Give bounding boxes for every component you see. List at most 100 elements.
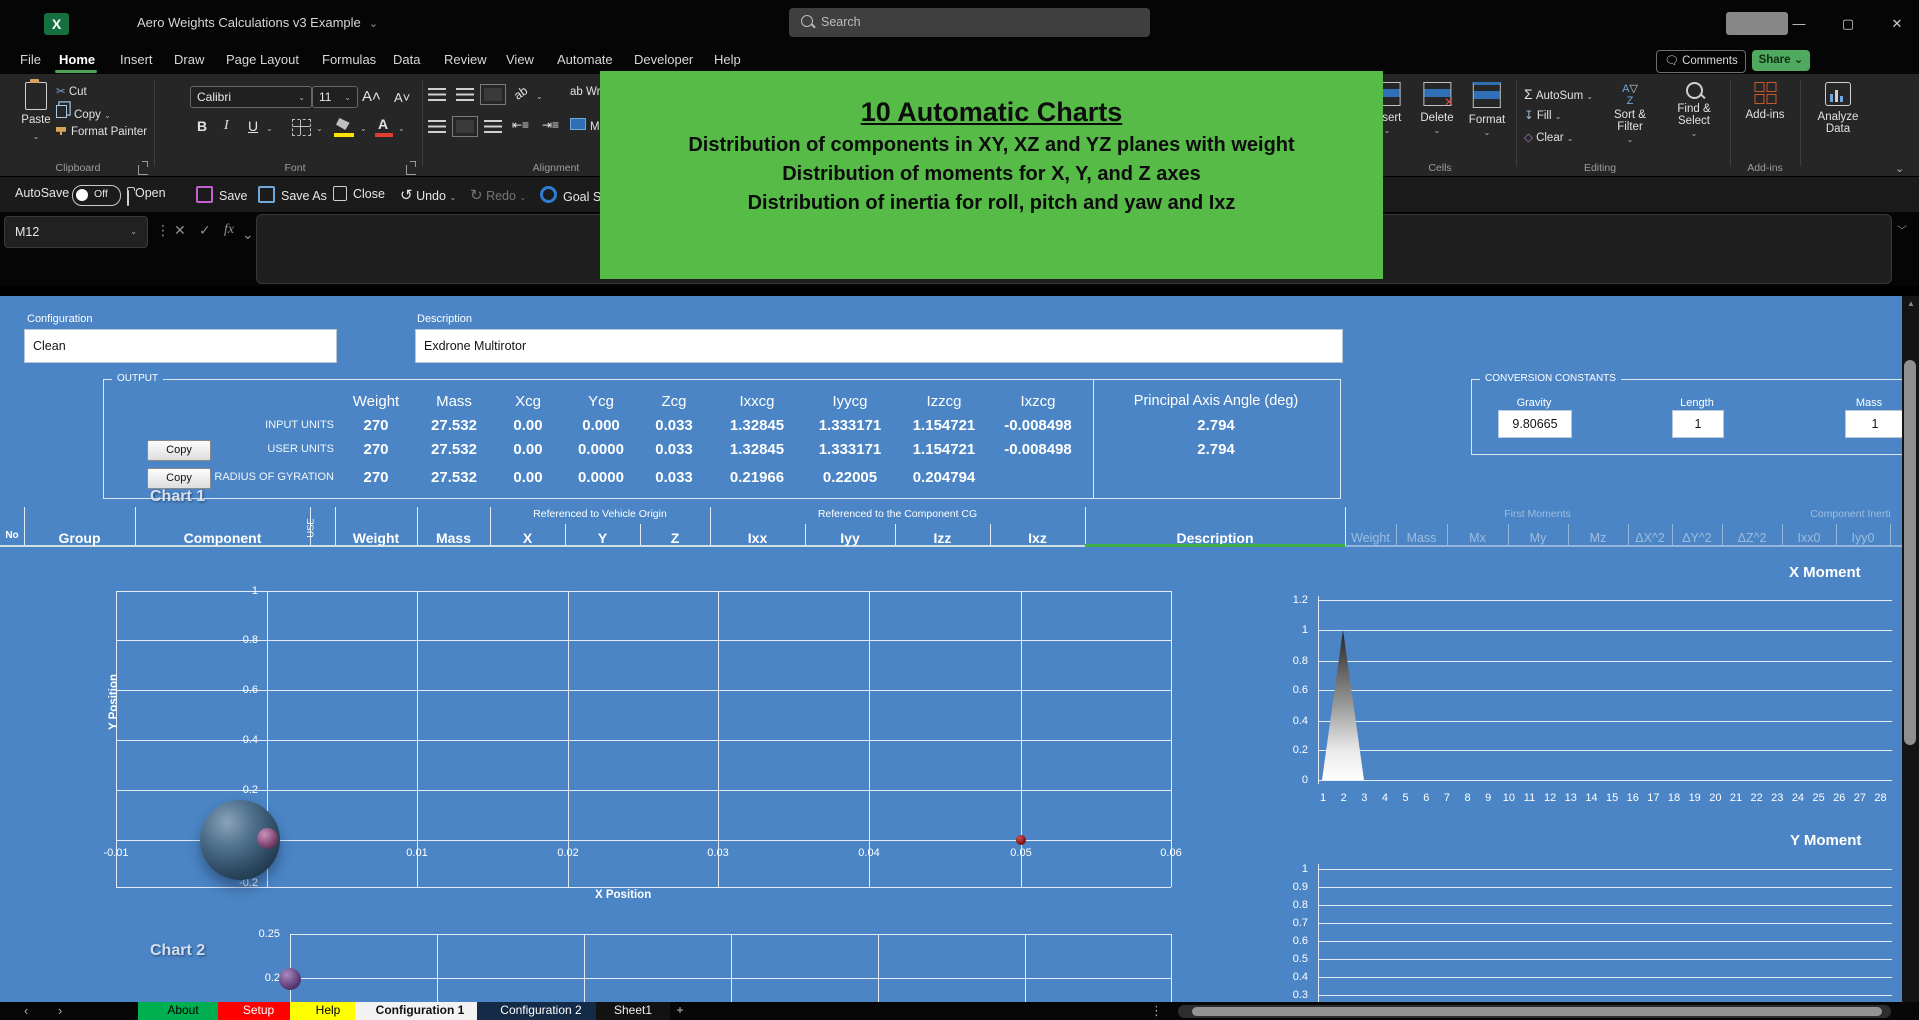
grow-font-button[interactable]: A˄ [362, 88, 381, 105]
decrease-indent-button[interactable]: ⇤≡ [512, 118, 529, 132]
analyze-data-button[interactable]: Analyze Data [1812, 82, 1864, 135]
autosave-toggle[interactable]: Off [72, 185, 121, 206]
fill-color-chevron[interactable]: ⌄ [360, 124, 367, 133]
constant-input-mass[interactable]: 1 [1845, 410, 1902, 438]
share-button[interactable]: Share ⌄ [1752, 50, 1810, 71]
delete-cells-button[interactable]: ✕ Delete ⌄ [1420, 82, 1454, 136]
menu-tab-page-layout[interactable]: Page Layout [222, 50, 303, 69]
menu-tab-review[interactable]: Review [440, 50, 491, 69]
borders-icon[interactable] [292, 119, 311, 136]
account-badge[interactable] [1726, 12, 1788, 35]
format-cells-button[interactable]: Format ⌄ [1469, 82, 1505, 138]
vertical-scrollbar[interactable]: ▲ [1902, 296, 1919, 1002]
chart2-title[interactable]: Chart 2 [150, 942, 205, 960]
paste-button[interactable]: Paste ⌄ [14, 79, 58, 146]
menu-tab-file[interactable]: File [16, 50, 45, 69]
tab-scroll-left-icon[interactable]: ‹ [24, 1003, 28, 1018]
minimize-button[interactable]: — [1785, 12, 1813, 36]
formula-bar-expand-chevron[interactable]: ﹀ [1897, 222, 1907, 237]
worksheet[interactable]: Configuration Clean Description Exdrone … [0, 296, 1902, 1002]
menu-tab-data[interactable]: Data [389, 50, 424, 69]
goal-seek-button[interactable]: Goal S [540, 186, 601, 204]
font-color-chevron[interactable]: ⌄ [398, 124, 405, 133]
y-moment-title[interactable]: Y Moment [1790, 832, 1861, 849]
align-bottom-button[interactable] [480, 84, 506, 105]
bold-button[interactable]: B [197, 118, 207, 134]
copy-button[interactable]: Copy [147, 468, 211, 489]
kebab-icon[interactable]: ⋮ [1150, 1003, 1163, 1019]
font-family-select[interactable]: Calibri ⌄ [190, 86, 312, 108]
underline-button[interactable]: U [248, 118, 258, 134]
save-button[interactable]: Save [196, 186, 248, 206]
sheet-tab-sheet1[interactable]: Sheet1 [596, 1002, 670, 1020]
menu-tab-developer[interactable]: Developer [630, 50, 697, 69]
sheet-tab-configuration-2[interactable]: Configuration 2 [477, 1002, 605, 1020]
font-color-swatch[interactable] [375, 133, 393, 137]
description-input[interactable]: Exdrone Multirotor [415, 329, 1343, 363]
horizontal-scrollbar-thumb[interactable] [1192, 1007, 1882, 1016]
configuration-input[interactable]: Clean [24, 329, 337, 363]
menu-tab-formulas[interactable]: Formulas [318, 50, 380, 69]
fill-color-swatch[interactable] [334, 133, 354, 137]
font-size-select[interactable]: 11 ⌄ [312, 86, 358, 108]
shrink-font-button[interactable]: A˅ [394, 90, 410, 105]
italic-button[interactable]: I [224, 118, 229, 134]
add-sheet-button[interactable]: + [660, 1002, 700, 1020]
close-button[interactable]: ✕ [1883, 12, 1911, 36]
chart2-purple-bubble[interactable] [279, 968, 301, 990]
copy-button[interactable]: Copy [147, 440, 211, 461]
fill-button[interactable]: ↧ Fill ⌄ [1524, 108, 1561, 122]
menu-tab-insert[interactable]: Insert [116, 50, 157, 69]
fill-color-icon[interactable] [336, 118, 350, 130]
menu-tab-home[interactable]: Home [55, 50, 99, 69]
underline-menu-chevron[interactable]: ⌄ [266, 124, 273, 133]
copy-button[interactable]: Copy ⌄ [56, 105, 111, 121]
x-moment-title[interactable]: X Moment [1789, 564, 1861, 581]
menu-tab-help[interactable]: Help [710, 50, 745, 69]
maximize-button[interactable]: ▢ [1834, 12, 1862, 36]
sort-filter-button[interactable]: A▽ Z Sort & Filter ⌄ [1602, 82, 1658, 145]
autosum-button[interactable]: Σ AutoSum ⌄ [1524, 86, 1593, 102]
align-top-button[interactable] [428, 88, 446, 101]
sheet-tab-setup[interactable]: Setup [218, 1002, 299, 1020]
sheet-tab-configuration-1[interactable]: Configuration 1 [355, 1002, 485, 1020]
font-dialog-launcher-icon[interactable] [406, 161, 416, 175]
clear-button[interactable]: ◇ Clear ⌄ [1524, 130, 1573, 144]
undo-button[interactable]: ↺ Undo ⌄ [400, 186, 456, 204]
align-middle-button[interactable] [456, 88, 474, 101]
format-painter-button[interactable]: Format Painter [56, 126, 147, 138]
chart1-red-point[interactable] [1016, 835, 1026, 845]
align-center-button[interactable] [452, 116, 478, 137]
align-right-button[interactable] [484, 120, 502, 133]
orientation-chevron[interactable]: ⌄ [536, 92, 543, 101]
add-ins-button[interactable]: Add-ins [1746, 82, 1785, 121]
menu-tab-draw[interactable]: Draw [170, 50, 208, 69]
horizontal-scrollbar[interactable] [1178, 1005, 1891, 1018]
close-workbook-button[interactable]: Close [333, 186, 385, 201]
comments-button[interactable]: 🗨 Comments [1656, 50, 1746, 73]
scroll-up-icon[interactable]: ▲ [1907, 299, 1915, 308]
chart1-title[interactable]: Chart 1 [150, 488, 205, 506]
chart1-purple-bubble[interactable] [257, 828, 278, 849]
name-box[interactable]: M12 ⌄ [4, 216, 148, 248]
save-as-button[interactable]: Save As [258, 186, 327, 206]
vertical-scrollbar-thumb[interactable] [1904, 360, 1916, 745]
menu-tab-automate[interactable]: Automate [553, 50, 617, 69]
redo-button[interactable]: ↻ Redo ⌄ [470, 186, 526, 204]
cut-button[interactable]: ✂ Cut [56, 84, 87, 98]
font-color-icon[interactable]: A [378, 116, 388, 132]
open-button[interactable]: Open [127, 186, 166, 206]
cancel-entry-button[interactable]: ✕ [174, 222, 186, 239]
insert-function-button[interactable]: fx [224, 222, 234, 238]
sheet-tab-about[interactable]: About [138, 1002, 228, 1020]
confirm-entry-button[interactable]: ✓ [199, 222, 211, 239]
clipboard-dialog-launcher-icon[interactable] [138, 161, 148, 175]
orientation-button[interactable]: ab [511, 83, 530, 102]
document-title[interactable]: Aero Weights Calculations v3 Example ⌄ [137, 15, 378, 30]
tab-scroll-right-icon[interactable]: › [58, 1003, 62, 1018]
borders-menu-chevron[interactable]: ⌄ [316, 124, 323, 133]
constant-input-length[interactable]: 1 [1672, 410, 1724, 438]
align-left-button[interactable] [428, 120, 446, 133]
excel-logo-icon[interactable]: X [44, 13, 69, 35]
constant-input-gravity[interactable]: 9.80665 [1498, 410, 1572, 438]
